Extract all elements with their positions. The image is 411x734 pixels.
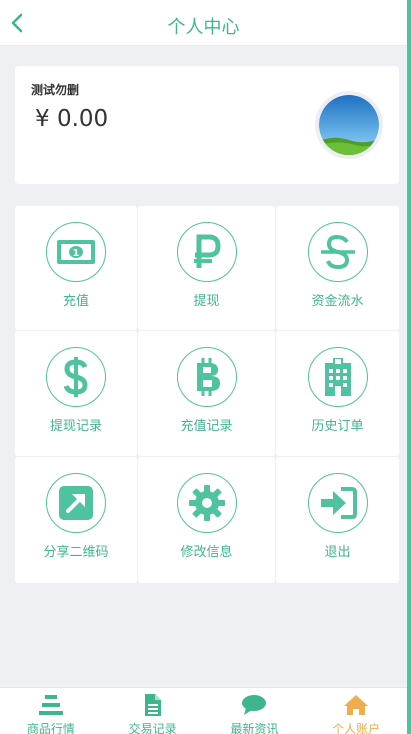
menu-item-label: 分享二维码 bbox=[43, 545, 109, 560]
menu-item-label: 充值 bbox=[62, 294, 89, 309]
menu-item-share-qrcode[interactable]: 分享二维码 bbox=[15, 457, 137, 583]
menu-grid: 1 充值 提现 资金流水 提现记录 充值记录 历史订单 分享二维码 修改信息 退… bbox=[15, 206, 399, 583]
tab-trade-records[interactable]: 交易记录 bbox=[102, 688, 204, 734]
page-title: 个人中心 bbox=[167, 17, 240, 38]
menu-item-withdraw-records[interactable]: 提现记录 bbox=[15, 331, 137, 456]
sign-in-icon bbox=[307, 473, 368, 533]
menu-item-label: 修改信息 bbox=[180, 545, 233, 560]
menu-item-label: 提现记录 bbox=[49, 419, 102, 434]
menu-item-recharge-records[interactable]: 充值记录 bbox=[138, 331, 275, 456]
tab-personal-account[interactable]: 个人账户 bbox=[305, 688, 407, 734]
gear-icon bbox=[176, 473, 237, 533]
document-icon bbox=[140, 694, 166, 716]
tab-news[interactable]: 最新资讯 bbox=[204, 688, 306, 734]
menu-item-recharge[interactable]: 1 充值 bbox=[15, 206, 137, 330]
menu-item-label: 退出 bbox=[324, 545, 351, 560]
building-icon bbox=[307, 347, 368, 407]
currency-s-icon bbox=[307, 222, 368, 282]
account-name: 测试勿删 bbox=[31, 83, 80, 97]
tab-label: 个人账户 bbox=[332, 722, 381, 734]
tab-market[interactable]: 商品行情 bbox=[0, 688, 102, 734]
bars-icon bbox=[38, 694, 64, 716]
menu-item-label: 历史订单 bbox=[311, 419, 364, 434]
menu-item-logout[interactable]: 退出 bbox=[276, 457, 399, 583]
tab-label: 交易记录 bbox=[128, 722, 177, 734]
chat-icon bbox=[241, 694, 267, 716]
dollar-icon bbox=[46, 347, 106, 407]
bitcoin-icon bbox=[176, 347, 237, 407]
page: 个人中心 测试勿删 ¥ 0.00 1 充值 提现 资金流水 提现记录 充值记录 … bbox=[0, 0, 407, 734]
header-bar: 个人中心 bbox=[0, 0, 407, 46]
tab-label: 最新资讯 bbox=[230, 722, 279, 734]
share-arrow-icon bbox=[46, 473, 106, 533]
account-card: 测试勿删 ¥ 0.00 bbox=[15, 66, 399, 184]
menu-item-fund-flow[interactable]: 资金流水 bbox=[276, 206, 399, 330]
avatar[interactable] bbox=[315, 91, 383, 159]
menu-item-edit-info[interactable]: 修改信息 bbox=[138, 457, 275, 583]
home-icon bbox=[343, 694, 369, 716]
menu-item-label: 充值记录 bbox=[180, 419, 233, 434]
menu-item-withdraw[interactable]: 提现 bbox=[138, 206, 275, 330]
banknote-icon: 1 bbox=[46, 222, 106, 282]
ruble-icon bbox=[176, 222, 237, 282]
bottom-tab-bar: 商品行情 交易记录 最新资讯 个人账户 bbox=[0, 687, 407, 734]
menu-item-label: 资金流水 bbox=[311, 294, 364, 309]
menu-item-label: 提现 bbox=[193, 294, 220, 309]
menu-item-order-history[interactable]: 历史订单 bbox=[276, 331, 399, 456]
scroll-rail bbox=[407, 0, 411, 734]
svg-text:1: 1 bbox=[73, 248, 80, 259]
account-balance: ¥ 0.00 bbox=[35, 106, 109, 132]
tab-label: 商品行情 bbox=[26, 722, 75, 734]
